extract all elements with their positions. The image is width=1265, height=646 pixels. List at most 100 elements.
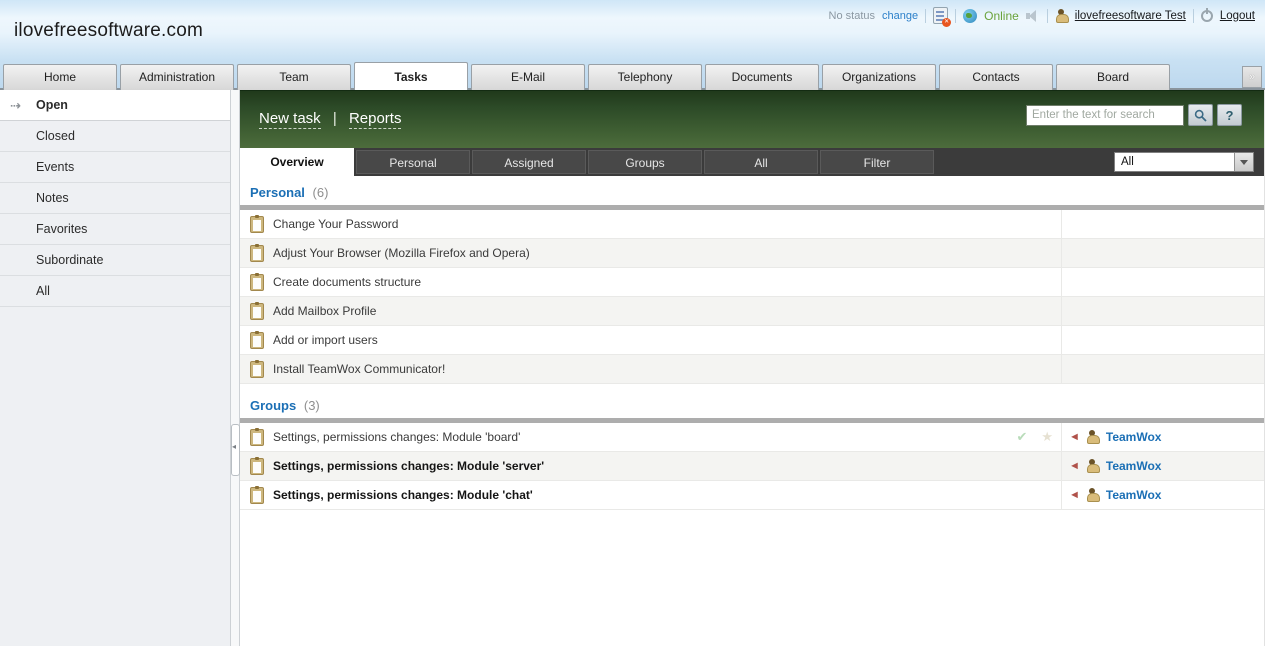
subtab-all[interactable]: All bbox=[704, 150, 818, 174]
task-assignee-cell bbox=[1061, 355, 1264, 383]
personal-section-title[interactable]: Personal bbox=[250, 185, 305, 200]
task-assignee-cell: ◄ TeamWox bbox=[1061, 452, 1264, 480]
task-row[interactable]: Adjust Your Browser (Mozilla Firefox and… bbox=[240, 239, 1264, 268]
filter-dropdown[interactable]: All bbox=[1114, 152, 1254, 172]
tab-telephony[interactable]: Telephony bbox=[588, 64, 702, 90]
sidebar-splitter bbox=[231, 90, 240, 646]
assignee-link[interactable]: TeamWox bbox=[1106, 459, 1162, 473]
subtab-filter[interactable]: Filter bbox=[820, 150, 934, 174]
returned-arrow-icon: ◄ bbox=[1069, 489, 1080, 501]
task-title[interactable]: Settings, permissions changes: Module 'b… bbox=[273, 430, 520, 444]
sidebar-item-subordinate[interactable]: Subordinate bbox=[0, 245, 230, 276]
task-cell: Settings, permissions changes: Module 'c… bbox=[240, 481, 1061, 509]
task-icon bbox=[250, 243, 264, 262]
task-title[interactable]: Add Mailbox Profile bbox=[273, 304, 376, 318]
top-header: ilovefreesoftware.com No status change ✕… bbox=[0, 0, 1265, 60]
search-cluster: ? bbox=[1026, 104, 1242, 126]
task-title[interactable]: Adjust Your Browser (Mozilla Firefox and… bbox=[273, 246, 530, 260]
reports-link[interactable]: Reports bbox=[348, 110, 402, 129]
task-row[interactable]: Add Mailbox Profile bbox=[240, 297, 1264, 326]
subtab-overview[interactable]: Overview bbox=[240, 148, 354, 176]
search-button[interactable] bbox=[1188, 104, 1213, 126]
divider bbox=[925, 8, 927, 23]
task-row[interactable]: Settings, permissions changes: Module 's… bbox=[240, 452, 1264, 481]
sidebar-collapse-handle[interactable] bbox=[231, 424, 240, 476]
assignee-link[interactable]: TeamWox bbox=[1106, 430, 1162, 444]
online-status[interactable]: Online bbox=[984, 9, 1019, 23]
sidebar-item-closed[interactable]: Closed bbox=[0, 121, 230, 152]
tab-documents[interactable]: Documents bbox=[705, 64, 819, 90]
task-row[interactable]: Change Your Password bbox=[240, 210, 1264, 239]
logout-link[interactable]: Logout bbox=[1220, 10, 1255, 22]
task-title[interactable]: Add or import users bbox=[273, 333, 378, 347]
task-icon bbox=[250, 427, 264, 446]
toolbar-links: New task | Reports bbox=[259, 110, 402, 129]
task-row[interactable]: Create documents structure bbox=[240, 268, 1264, 297]
tab-contacts[interactable]: Contacts bbox=[939, 64, 1053, 90]
filter-dropdown-value: All bbox=[1121, 156, 1134, 168]
task-cell: Adjust Your Browser (Mozilla Firefox and… bbox=[240, 239, 1061, 267]
tabs-overflow-button[interactable]: » bbox=[1242, 66, 1262, 88]
task-title[interactable]: Install TeamWox Communicator! bbox=[273, 362, 445, 376]
task-cell: Change Your Password bbox=[240, 210, 1061, 238]
task-icon bbox=[250, 456, 264, 475]
sidebar-item-label: Events bbox=[36, 160, 75, 174]
sidebar-item-events[interactable]: Events bbox=[0, 152, 230, 183]
sidebar-item-open[interactable]: ⇢ Open bbox=[0, 90, 230, 121]
divider bbox=[955, 8, 957, 23]
search-input[interactable] bbox=[1026, 104, 1184, 126]
tab-home[interactable]: Home bbox=[3, 64, 117, 90]
task-title[interactable]: Settings, permissions changes: Module 'c… bbox=[273, 488, 533, 502]
toolbar-divider: | bbox=[332, 110, 337, 127]
sidebar-item-favorites[interactable]: Favorites bbox=[0, 214, 230, 245]
status-change-link[interactable]: change bbox=[882, 10, 918, 22]
task-assignee-cell bbox=[1061, 210, 1264, 238]
tab-email[interactable]: E-Mail bbox=[471, 64, 585, 90]
divider bbox=[1192, 8, 1194, 23]
task-title[interactable]: Change Your Password bbox=[273, 217, 398, 231]
groups-section-title[interactable]: Groups bbox=[250, 398, 296, 413]
task-icon bbox=[250, 330, 264, 349]
tab-administration[interactable]: Administration bbox=[120, 64, 234, 90]
status-text: No status bbox=[828, 9, 876, 22]
power-icon bbox=[1200, 7, 1213, 22]
returned-arrow-icon: ◄ bbox=[1069, 460, 1080, 472]
subtab-groups[interactable]: Groups bbox=[588, 150, 702, 174]
star-icon[interactable]: ★ bbox=[1041, 429, 1053, 445]
returned-arrow-icon: ◄ bbox=[1069, 431, 1080, 443]
sidebar-item-label: Open bbox=[36, 98, 68, 112]
task-title[interactable]: Create documents structure bbox=[273, 275, 421, 289]
status-board-icon[interactable]: ✕ bbox=[933, 7, 952, 27]
tab-team[interactable]: Team bbox=[237, 64, 351, 90]
sidebar-item-label: All bbox=[36, 284, 50, 298]
help-button[interactable]: ? bbox=[1217, 104, 1242, 126]
dropdown-arrow-icon bbox=[1234, 153, 1253, 171]
task-cell: Add or import users bbox=[240, 326, 1061, 354]
task-row[interactable]: Install TeamWox Communicator! bbox=[240, 355, 1264, 384]
task-title[interactable]: Settings, permissions changes: Module 's… bbox=[273, 459, 544, 473]
task-icon bbox=[250, 301, 264, 320]
task-row[interactable]: Settings, permissions changes: Module 'b… bbox=[240, 423, 1264, 452]
task-row[interactable]: Settings, permissions changes: Module 'c… bbox=[240, 481, 1264, 510]
row-hover-actions: ✔ ★ bbox=[1016, 429, 1053, 445]
tab-tasks[interactable]: Tasks bbox=[354, 62, 468, 90]
tab-organizations[interactable]: Organizations bbox=[822, 64, 936, 90]
sidebar: ⇢ Open Closed Events Notes Favorites Sub… bbox=[0, 90, 231, 646]
subtab-assigned[interactable]: Assigned bbox=[472, 150, 586, 174]
assignee-avatar-icon bbox=[1086, 459, 1100, 473]
sidebar-item-notes[interactable]: Notes bbox=[0, 183, 230, 214]
main-tab-bar: Home Administration Team Tasks E-Mail Te… bbox=[0, 60, 1265, 90]
subtab-personal[interactable]: Personal bbox=[356, 150, 470, 174]
sidebar-item-all[interactable]: All bbox=[0, 276, 230, 307]
new-task-link[interactable]: New task bbox=[259, 110, 321, 129]
user-profile-link[interactable]: ilovefreesoftware Test bbox=[1075, 10, 1186, 22]
speaker-icon[interactable] bbox=[1025, 9, 1040, 22]
task-cell: Create documents structure bbox=[240, 268, 1061, 296]
tab-board[interactable]: Board bbox=[1056, 64, 1170, 90]
groups-section-count: (3) bbox=[303, 398, 320, 413]
check-icon[interactable]: ✔ bbox=[1016, 429, 1027, 445]
task-assignee-cell bbox=[1061, 239, 1264, 267]
assignee-link[interactable]: TeamWox bbox=[1106, 488, 1162, 502]
task-row[interactable]: Add or import users bbox=[240, 326, 1264, 355]
task-assignee-cell bbox=[1061, 326, 1264, 354]
